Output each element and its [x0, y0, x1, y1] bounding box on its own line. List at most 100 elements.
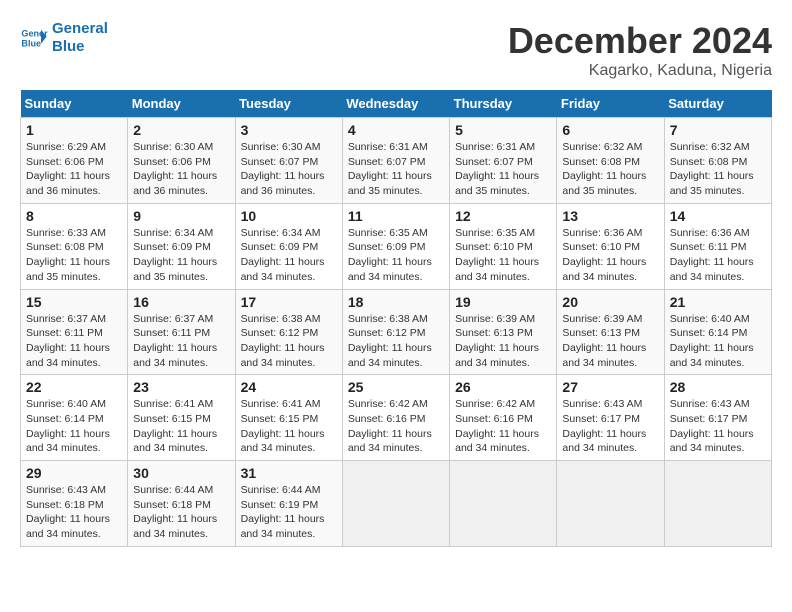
day-info: Sunrise: 6:39 AM Sunset: 6:13 PM Dayligh…: [562, 312, 658, 371]
calendar-cell: 1Sunrise: 6:29 AM Sunset: 6:06 PM Daylig…: [21, 118, 128, 204]
calendar-cell: 21Sunrise: 6:40 AM Sunset: 6:14 PM Dayli…: [664, 289, 771, 375]
day-number: 30: [133, 465, 229, 481]
day-info: Sunrise: 6:33 AM Sunset: 6:08 PM Dayligh…: [26, 226, 122, 285]
day-info: Sunrise: 6:34 AM Sunset: 6:09 PM Dayligh…: [133, 226, 229, 285]
day-info: Sunrise: 6:41 AM Sunset: 6:15 PM Dayligh…: [133, 397, 229, 456]
calendar-cell: [664, 461, 771, 547]
location-subtitle: Kagarko, Kaduna, Nigeria: [508, 62, 772, 80]
day-info: Sunrise: 6:31 AM Sunset: 6:07 PM Dayligh…: [348, 140, 444, 199]
calendar-cell: 30 Sunrise: 6:44 AM Sunset: 6:18 PM Dayli…: [128, 461, 235, 547]
day-info: Sunrise: 6:44 AM Sunset: 6:18 PM Dayligh…: [133, 483, 229, 542]
day-number: 19: [455, 294, 551, 310]
day-info: Sunrise: 6:37 AM Sunset: 6:11 PM Dayligh…: [26, 312, 122, 371]
day-number: 20: [562, 294, 658, 310]
day-number: 25: [348, 379, 444, 395]
day-number: 8: [26, 208, 122, 224]
calendar-cell: 8 Sunrise: 6:33 AM Sunset: 6:08 PM Daylig…: [21, 203, 128, 289]
calendar-cell: 5Sunrise: 6:31 AM Sunset: 6:07 PM Daylig…: [450, 118, 557, 204]
col-sunday: Sunday: [21, 90, 128, 118]
calendar-cell: 14Sunrise: 6:36 AM Sunset: 6:11 PM Dayli…: [664, 203, 771, 289]
calendar-cell: 9 Sunrise: 6:34 AM Sunset: 6:09 PM Daylig…: [128, 203, 235, 289]
calendar-week-row: 22 Sunrise: 6:40 AM Sunset: 6:14 PM Dayli…: [21, 375, 772, 461]
calendar-cell: 12 Sunrise: 6:35 AM Sunset: 6:10 PM Dayli…: [450, 203, 557, 289]
logo: General Blue General Blue: [20, 20, 108, 56]
calendar-cell: 16 Sunrise: 6:37 AM Sunset: 6:11 PM Dayli…: [128, 289, 235, 375]
day-number: 15: [26, 294, 122, 310]
day-number: 26: [455, 379, 551, 395]
day-info: Sunrise: 6:42 AM Sunset: 6:16 PM Dayligh…: [455, 397, 551, 456]
day-info: Sunrise: 6:44 AM Sunset: 6:19 PM Dayligh…: [241, 483, 337, 542]
calendar-cell: 4 Sunrise: 6:31 AM Sunset: 6:07 PM Daylig…: [342, 118, 449, 204]
day-number: 18: [348, 294, 444, 310]
day-number: 3: [241, 122, 337, 138]
col-monday: Monday: [128, 90, 235, 118]
col-wednesday: Wednesday: [342, 90, 449, 118]
day-info: Sunrise: 6:36 AM Sunset: 6:11 PM Dayligh…: [670, 226, 766, 285]
calendar-cell: 22 Sunrise: 6:40 AM Sunset: 6:14 PM Dayli…: [21, 375, 128, 461]
day-number: 11: [348, 208, 444, 224]
calendar-cell: 11 Sunrise: 6:35 AM Sunset: 6:09 PM Dayli…: [342, 203, 449, 289]
svg-text:Blue: Blue: [21, 38, 41, 48]
day-info: Sunrise: 6:42 AM Sunset: 6:16 PM Dayligh…: [348, 397, 444, 456]
col-tuesday: Tuesday: [235, 90, 342, 118]
calendar-cell: 10 Sunrise: 6:34 AM Sunset: 6:09 PM Dayli…: [235, 203, 342, 289]
day-info: Sunrise: 6:34 AM Sunset: 6:09 PM Dayligh…: [241, 226, 337, 285]
day-number: 9: [133, 208, 229, 224]
day-number: 24: [241, 379, 337, 395]
day-info: Sunrise: 6:30 AM Sunset: 6:06 PM Dayligh…: [133, 140, 229, 199]
day-number: 31: [241, 465, 337, 481]
day-number: 13: [562, 208, 658, 224]
col-friday: Friday: [557, 90, 664, 118]
month-title: December 2024: [508, 20, 772, 62]
calendar-week-row: 15 Sunrise: 6:37 AM Sunset: 6:11 PM Dayli…: [21, 289, 772, 375]
day-number: 28: [670, 379, 766, 395]
calendar-cell: 20 Sunrise: 6:39 AM Sunset: 6:13 PM Dayli…: [557, 289, 664, 375]
day-info: Sunrise: 6:35 AM Sunset: 6:10 PM Dayligh…: [455, 226, 551, 285]
calendar-cell: 3 Sunrise: 6:30 AM Sunset: 6:07 PM Daylig…: [235, 118, 342, 204]
calendar-cell: 15 Sunrise: 6:37 AM Sunset: 6:11 PM Dayli…: [21, 289, 128, 375]
calendar-header-row: Sunday Monday Tuesday Wednesday Thursday…: [21, 90, 772, 118]
day-number: 23: [133, 379, 229, 395]
calendar-cell: 13 Sunrise: 6:36 AM Sunset: 6:10 PM Dayli…: [557, 203, 664, 289]
day-number: 4: [348, 122, 444, 138]
calendar-cell: [450, 461, 557, 547]
day-info: Sunrise: 6:43 AM Sunset: 6:17 PM Dayligh…: [562, 397, 658, 456]
day-info: Sunrise: 6:32 AM Sunset: 6:08 PM Dayligh…: [670, 140, 766, 199]
day-info: Sunrise: 6:38 AM Sunset: 6:12 PM Dayligh…: [241, 312, 337, 371]
calendar-cell: 18 Sunrise: 6:38 AM Sunset: 6:12 PM Dayli…: [342, 289, 449, 375]
calendar-cell: 7Sunrise: 6:32 AM Sunset: 6:08 PM Daylig…: [664, 118, 771, 204]
day-info: Sunrise: 6:37 AM Sunset: 6:11 PM Dayligh…: [133, 312, 229, 371]
day-info: Sunrise: 6:30 AM Sunset: 6:07 PM Dayligh…: [241, 140, 337, 199]
calendar-cell: 29 Sunrise: 6:43 AM Sunset: 6:18 PM Dayli…: [21, 461, 128, 547]
calendar-week-row: 29 Sunrise: 6:43 AM Sunset: 6:18 PM Dayli…: [21, 461, 772, 547]
day-info: Sunrise: 6:36 AM Sunset: 6:10 PM Dayligh…: [562, 226, 658, 285]
day-number: 21: [670, 294, 766, 310]
day-info: Sunrise: 6:38 AM Sunset: 6:12 PM Dayligh…: [348, 312, 444, 371]
day-info: Sunrise: 6:32 AM Sunset: 6:08 PM Dayligh…: [562, 140, 658, 199]
day-number: 17: [241, 294, 337, 310]
page-header: General Blue General Blue December 2024 …: [20, 20, 772, 80]
day-number: 27: [562, 379, 658, 395]
day-info: Sunrise: 6:40 AM Sunset: 6:14 PM Dayligh…: [26, 397, 122, 456]
logo-icon: General Blue: [20, 24, 48, 52]
calendar-cell: 6Sunrise: 6:32 AM Sunset: 6:08 PM Daylig…: [557, 118, 664, 204]
calendar-week-row: 8 Sunrise: 6:33 AM Sunset: 6:08 PM Daylig…: [21, 203, 772, 289]
calendar-cell: 17 Sunrise: 6:38 AM Sunset: 6:12 PM Dayli…: [235, 289, 342, 375]
day-info: Sunrise: 6:43 AM Sunset: 6:18 PM Dayligh…: [26, 483, 122, 542]
day-number: 12: [455, 208, 551, 224]
calendar-cell: 23 Sunrise: 6:41 AM Sunset: 6:15 PM Dayli…: [128, 375, 235, 461]
day-info: Sunrise: 6:31 AM Sunset: 6:07 PM Dayligh…: [455, 140, 551, 199]
day-info: Sunrise: 6:35 AM Sunset: 6:09 PM Dayligh…: [348, 226, 444, 285]
day-number: 16: [133, 294, 229, 310]
day-number: 10: [241, 208, 337, 224]
day-number: 29: [26, 465, 122, 481]
calendar-cell: 31 Sunrise: 6:44 AM Sunset: 6:19 PM Dayli…: [235, 461, 342, 547]
calendar-cell: 2 Sunrise: 6:30 AM Sunset: 6:06 PM Daylig…: [128, 118, 235, 204]
calendar-cell: 24Sunrise: 6:41 AM Sunset: 6:15 PM Dayli…: [235, 375, 342, 461]
day-number: 2: [133, 122, 229, 138]
calendar-week-row: 1Sunrise: 6:29 AM Sunset: 6:06 PM Daylig…: [21, 118, 772, 204]
calendar-cell: 28Sunrise: 6:43 AM Sunset: 6:17 PM Dayli…: [664, 375, 771, 461]
calendar-cell: 25 Sunrise: 6:42 AM Sunset: 6:16 PM Dayli…: [342, 375, 449, 461]
day-number: 22: [26, 379, 122, 395]
calendar-cell: [557, 461, 664, 547]
